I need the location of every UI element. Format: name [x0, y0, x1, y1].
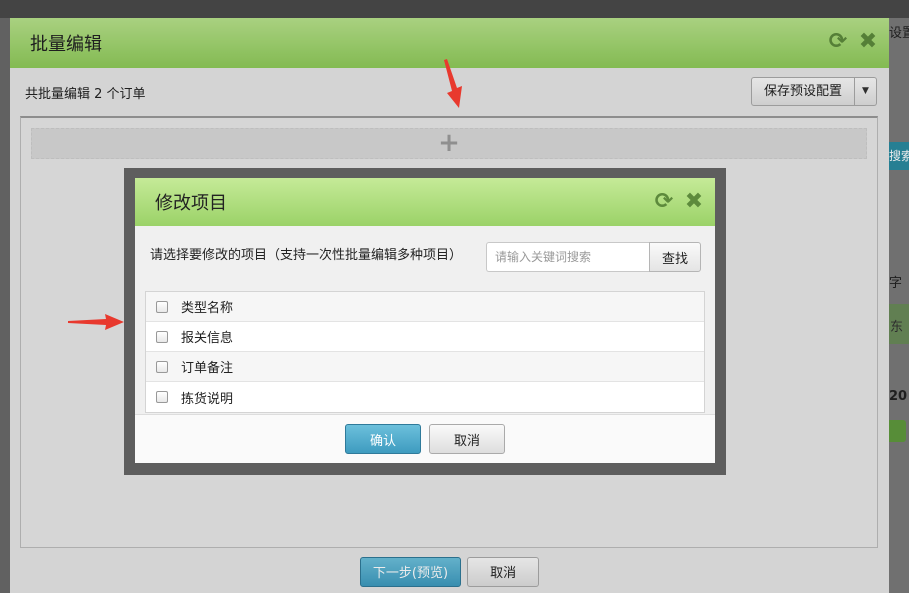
inner-cancel-button[interactable]: 取消: [429, 424, 505, 454]
list-item[interactable]: 拣货说明: [146, 382, 704, 412]
close-icon[interactable]: ✖: [857, 30, 879, 54]
item-label: 拣货说明: [181, 391, 234, 407]
red-arrow-down-icon: [444, 59, 462, 108]
confirm-button[interactable]: 确认: [345, 424, 421, 454]
outer-cancel-button[interactable]: 取消: [467, 556, 540, 587]
red-arrow-right-icon: [68, 314, 124, 330]
preset-dropdown-toggle[interactable]: ▼: [855, 77, 877, 106]
list-item[interactable]: 报关信息: [146, 322, 704, 352]
items-list: 类型名称 报关信息 订单备注 拣货说明: [145, 291, 705, 413]
modify-items-dialog: 修改项目 ⟳ ✖ 请选择要修改的项目（支持一次性批量编辑多种项目） 查找 类型名…: [135, 178, 715, 463]
item-checkbox[interactable]: [156, 300, 168, 313]
list-item[interactable]: 类型名称: [146, 292, 704, 322]
background-text-20: 20: [889, 389, 908, 404]
item-checkbox[interactable]: [156, 360, 168, 373]
modify-items-title: 修改项目: [155, 193, 227, 214]
keyword-search-input[interactable]: [486, 242, 649, 272]
item-label: 订单备注: [181, 361, 234, 376]
select-items-prompt: 请选择要修改的项目（支持一次性批量编辑多种项目）: [150, 248, 463, 263]
refresh-icon[interactable]: ⟳: [653, 190, 675, 214]
close-icon[interactable]: ✖: [683, 190, 705, 214]
batch-edit-footer: 下一步(预览) 取消: [10, 550, 889, 593]
add-item-button[interactable]: +: [31, 128, 867, 159]
plus-icon: +: [438, 128, 460, 158]
background-text-zi: 字: [889, 276, 903, 291]
refresh-icon[interactable]: ⟳: [827, 30, 849, 54]
modify-items-header: 修改项目 ⟳ ✖: [135, 178, 715, 226]
item-checkbox[interactable]: [156, 391, 168, 403]
order-count-text: 共批量编辑 2 个订单: [25, 86, 146, 102]
background-settings-text: 设置: [889, 26, 909, 41]
item-label: 报关信息: [181, 331, 234, 346]
next-preview-button[interactable]: 下一步(预览): [359, 556, 462, 587]
item-checkbox[interactable]: [156, 330, 168, 343]
background-search-button: 搜索: [889, 142, 909, 170]
item-label: 类型名称: [181, 301, 234, 316]
search-button[interactable]: 查找: [649, 242, 701, 272]
background-text-dong: 东: [890, 320, 904, 335]
background-green-button: [886, 420, 906, 442]
caret-down-icon: ▼: [862, 86, 869, 96]
list-item[interactable]: 订单备注: [146, 352, 704, 382]
background-topbar: [0, 0, 909, 18]
search-group: 查找: [486, 242, 701, 272]
modify-items-footer: 确认 取消: [135, 414, 715, 463]
modify-items-body: 请选择要修改的项目（支持一次性批量编辑多种项目） 查找 类型名称 报关信息 订单…: [135, 226, 715, 414]
save-preset-group: 保存预设配置 ▼: [750, 77, 877, 106]
batch-edit-title: 批量编辑: [30, 34, 102, 55]
save-preset-button[interactable]: 保存预设配置: [750, 77, 855, 106]
